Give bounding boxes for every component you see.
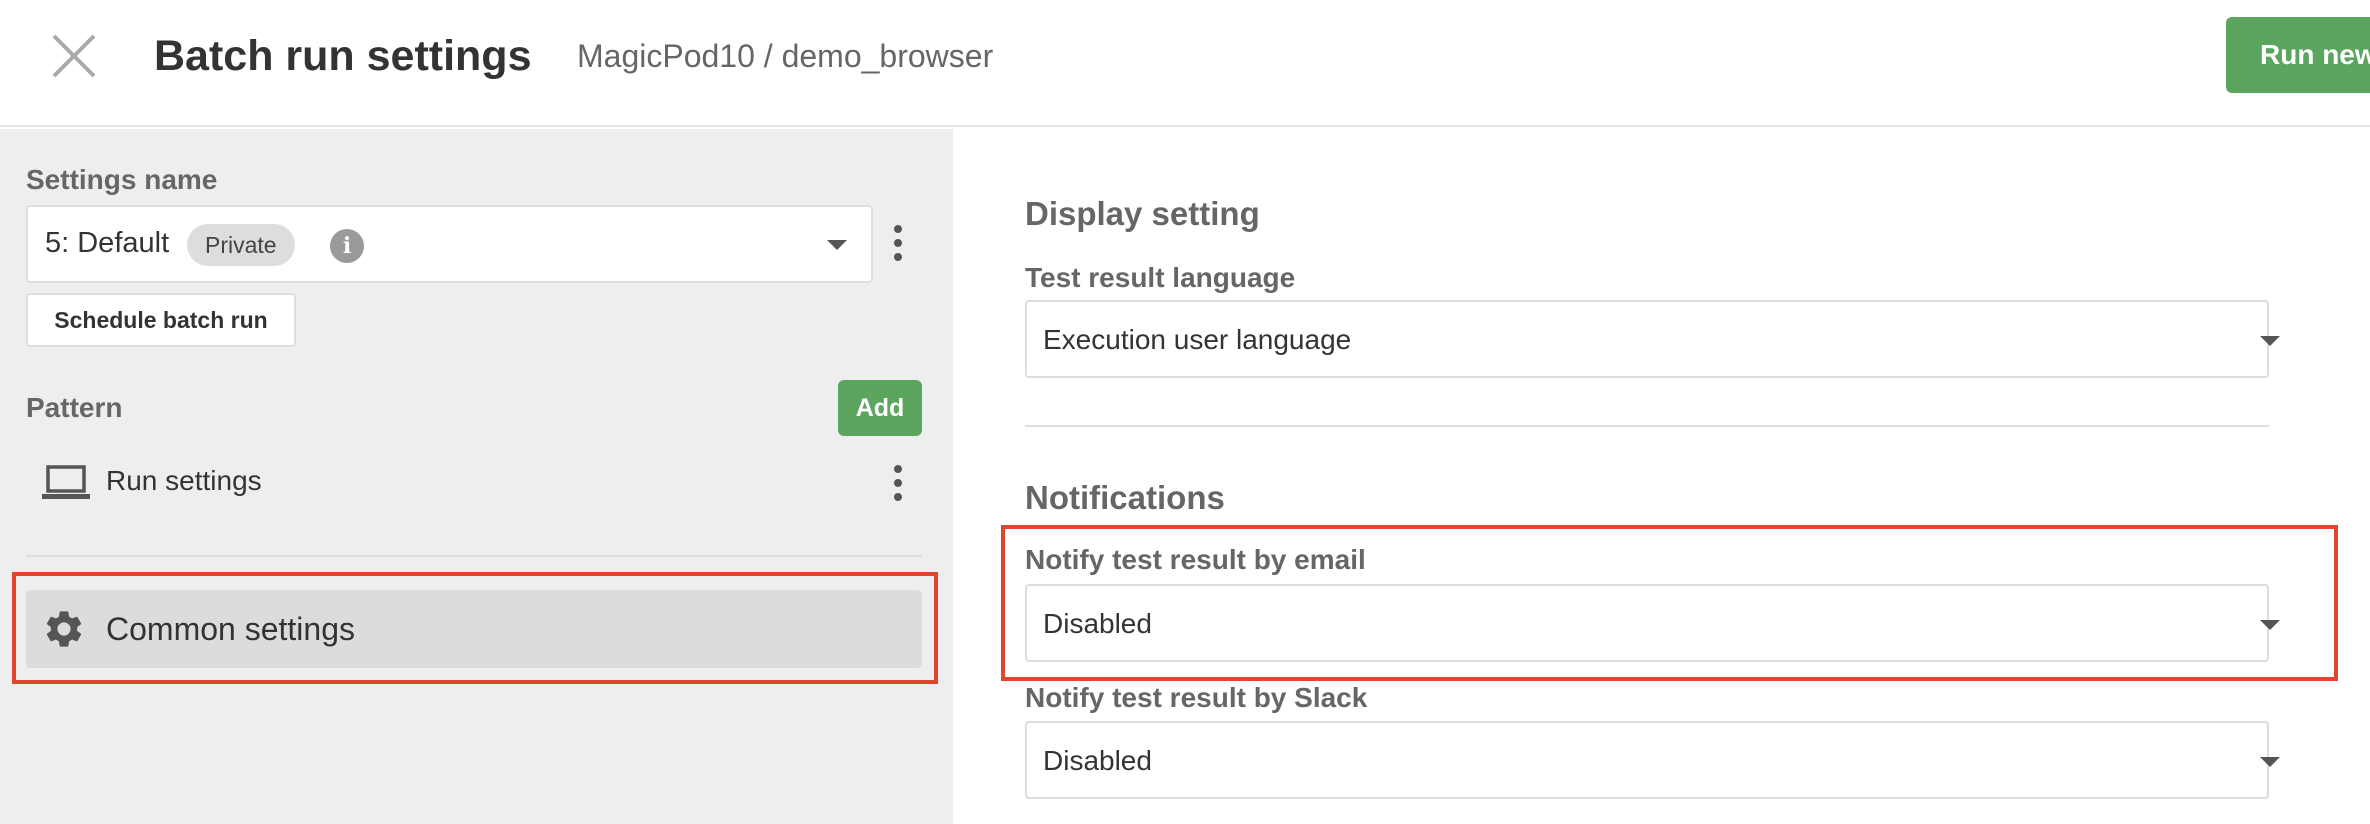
language-select[interactable]: Execution user language bbox=[1025, 300, 2280, 378]
add-pattern-button[interactable]: Add bbox=[838, 380, 922, 436]
highlight-box-common-settings bbox=[12, 572, 938, 684]
close-icon[interactable] bbox=[48, 30, 100, 82]
pattern-more-icon[interactable] bbox=[888, 463, 908, 503]
display-section-title: Display setting bbox=[1025, 195, 1260, 232]
selected-setting-text: 5: Default bbox=[45, 227, 170, 259]
settings-more-icon[interactable] bbox=[888, 223, 908, 263]
highlight-box-email-notify bbox=[1001, 525, 2338, 681]
pattern-item-label: Run settings bbox=[106, 465, 262, 496]
run-new-button[interactable]: Run new bbox=[2226, 17, 2370, 93]
sidebar-divider bbox=[26, 555, 922, 557]
breadcrumb: MagicPod10 / demo_browser bbox=[577, 38, 994, 74]
language-label: Test result language bbox=[1025, 262, 1296, 293]
schedule-batch-run-button[interactable]: Schedule batch run bbox=[26, 293, 296, 347]
language-value: Execution user language bbox=[1043, 324, 1352, 355]
pattern-item-run-settings[interactable]: Run settings bbox=[26, 451, 926, 513]
chevron-down-icon bbox=[2260, 336, 2280, 346]
notifications-section-title: Notifications bbox=[1025, 479, 1225, 516]
sidebar: Settings name 5: Default Private i Sched… bbox=[0, 129, 953, 824]
laptop-icon bbox=[42, 465, 90, 499]
page-title: Batch run settings bbox=[154, 32, 532, 80]
main-content: Display setting Test result language Exe… bbox=[953, 129, 2370, 824]
slack-notify-value: Disabled bbox=[1043, 745, 1152, 776]
header-bar: Batch run settings MagicPod10 / demo_bro… bbox=[0, 0, 2370, 127]
slack-notify-select[interactable]: Disabled bbox=[1025, 721, 2280, 799]
chevron-down-icon bbox=[827, 240, 847, 250]
section-divider bbox=[1025, 425, 2269, 427]
info-icon[interactable]: i bbox=[330, 229, 364, 263]
pattern-label: Pattern bbox=[26, 392, 123, 423]
chevron-down-icon bbox=[2260, 757, 2280, 767]
slack-notify-label: Notify test result by Slack bbox=[1025, 682, 1368, 713]
visibility-badge: Private bbox=[187, 224, 295, 266]
settings-name-label: Settings name bbox=[26, 164, 218, 195]
settings-name-select[interactable]: 5: Default Private i bbox=[26, 205, 873, 283]
